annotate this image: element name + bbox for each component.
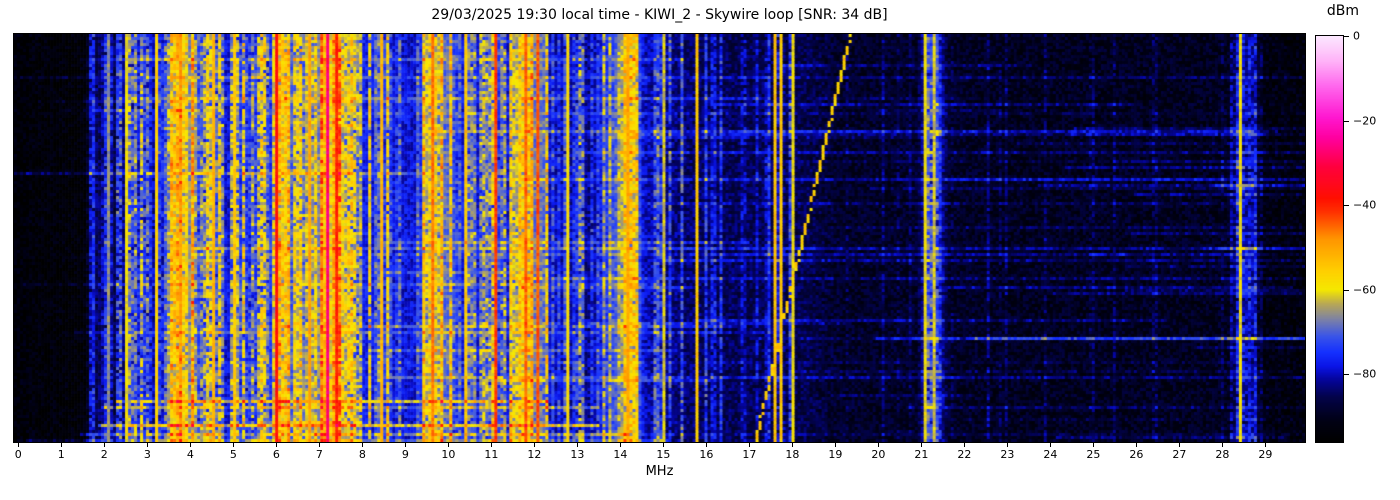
- x-tick-label: 1: [57, 448, 65, 461]
- x-tick-mark: [1007, 443, 1009, 447]
- x-tick-mark: [1093, 443, 1095, 447]
- x-tick-label: 28: [1215, 448, 1230, 461]
- x-tick-label: 24: [1043, 448, 1058, 461]
- x-tick-label: 27: [1172, 448, 1187, 461]
- x-tick-mark: [620, 443, 622, 447]
- x-tick-label: 21: [914, 448, 929, 461]
- x-tick-label: 13: [570, 448, 585, 461]
- x-tick-label: 25: [1086, 448, 1101, 461]
- x-tick-mark: [362, 443, 364, 447]
- x-tick-label: 22: [957, 448, 972, 461]
- x-tick-mark: [1222, 443, 1224, 447]
- x-tick-mark: [190, 443, 192, 447]
- x-tick-mark: [1179, 443, 1181, 447]
- x-tick-mark: [577, 443, 579, 447]
- x-tick-mark: [921, 443, 923, 447]
- x-tick-mark: [534, 443, 536, 447]
- colorbar-label: dBm: [1326, 3, 1360, 19]
- x-tick-label: 4: [186, 448, 194, 461]
- x-tick-label: 26: [1129, 448, 1144, 461]
- x-tick-label: 6: [272, 448, 280, 461]
- x-tick-label: 3: [143, 448, 151, 461]
- colorbar-gradient: [1315, 35, 1344, 443]
- x-tick-label: 0: [14, 448, 22, 461]
- colorbar-tick-label: −40: [1353, 198, 1377, 212]
- x-tick-mark: [964, 443, 966, 447]
- colorbar-tick-label: −60: [1353, 283, 1377, 297]
- x-tick-mark: [319, 443, 321, 447]
- x-tick-mark: [835, 443, 837, 447]
- x-tick-mark: [1265, 443, 1267, 447]
- colorbar-tick-mark: [1344, 36, 1349, 37]
- waterfall-heatmap: [13, 33, 1306, 443]
- x-tick-label: 10: [441, 448, 456, 461]
- x-tick-label: 18: [785, 448, 800, 461]
- colorbar-tick-label: 0: [1353, 29, 1360, 43]
- x-tick-label: 15: [656, 448, 671, 461]
- x-tick-mark: [706, 443, 708, 447]
- x-tick-label: 20: [871, 448, 886, 461]
- x-tick-label: 29: [1258, 448, 1273, 461]
- x-tick-mark: [448, 443, 450, 447]
- colorbar-tick-mark: [1344, 120, 1349, 122]
- x-tick-label: 9: [401, 448, 409, 461]
- x-tick-mark: [18, 443, 20, 447]
- x-axis-label: MHz: [645, 464, 674, 479]
- plot-title: 29/03/2025 19:30 local time - KIWI_2 - S…: [431, 7, 888, 23]
- x-tick-mark: [405, 443, 407, 447]
- x-tick-mark: [276, 443, 278, 447]
- spectrogram-figure: 29/03/2025 19:30 local time - KIWI_2 - S…: [0, 0, 1400, 500]
- colorbar-tick-mark: [1344, 289, 1349, 291]
- x-tick-label: 23: [1000, 448, 1015, 461]
- x-tick-mark: [792, 443, 794, 447]
- x-tick-mark: [749, 443, 751, 447]
- x-tick-mark: [1050, 443, 1052, 447]
- x-tick-label: 2: [100, 448, 108, 461]
- x-tick-label: 16: [699, 448, 714, 461]
- x-tick-mark: [104, 443, 106, 447]
- x-tick-mark: [1136, 443, 1138, 447]
- x-tick-label: 5: [229, 448, 237, 461]
- x-tick-label: 7: [315, 448, 323, 461]
- x-tick-mark: [491, 443, 493, 447]
- colorbar-tick-mark: [1344, 205, 1349, 207]
- x-tick-mark: [878, 443, 880, 447]
- colorbar-tick-label: −20: [1353, 114, 1377, 128]
- colorbar-tick-mark: [1344, 374, 1349, 376]
- x-tick-mark: [147, 443, 149, 447]
- x-tick-label: 8: [358, 448, 366, 461]
- x-tick-label: 19: [828, 448, 843, 461]
- x-tick-mark: [663, 443, 665, 447]
- x-tick-label: 17: [742, 448, 757, 461]
- x-tick-label: 11: [484, 448, 499, 461]
- x-tick-label: 12: [527, 448, 542, 461]
- x-tick-mark: [61, 443, 63, 447]
- x-tick-mark: [233, 443, 235, 447]
- colorbar-tick-label: −80: [1353, 367, 1377, 381]
- x-tick-label: 14: [613, 448, 628, 461]
